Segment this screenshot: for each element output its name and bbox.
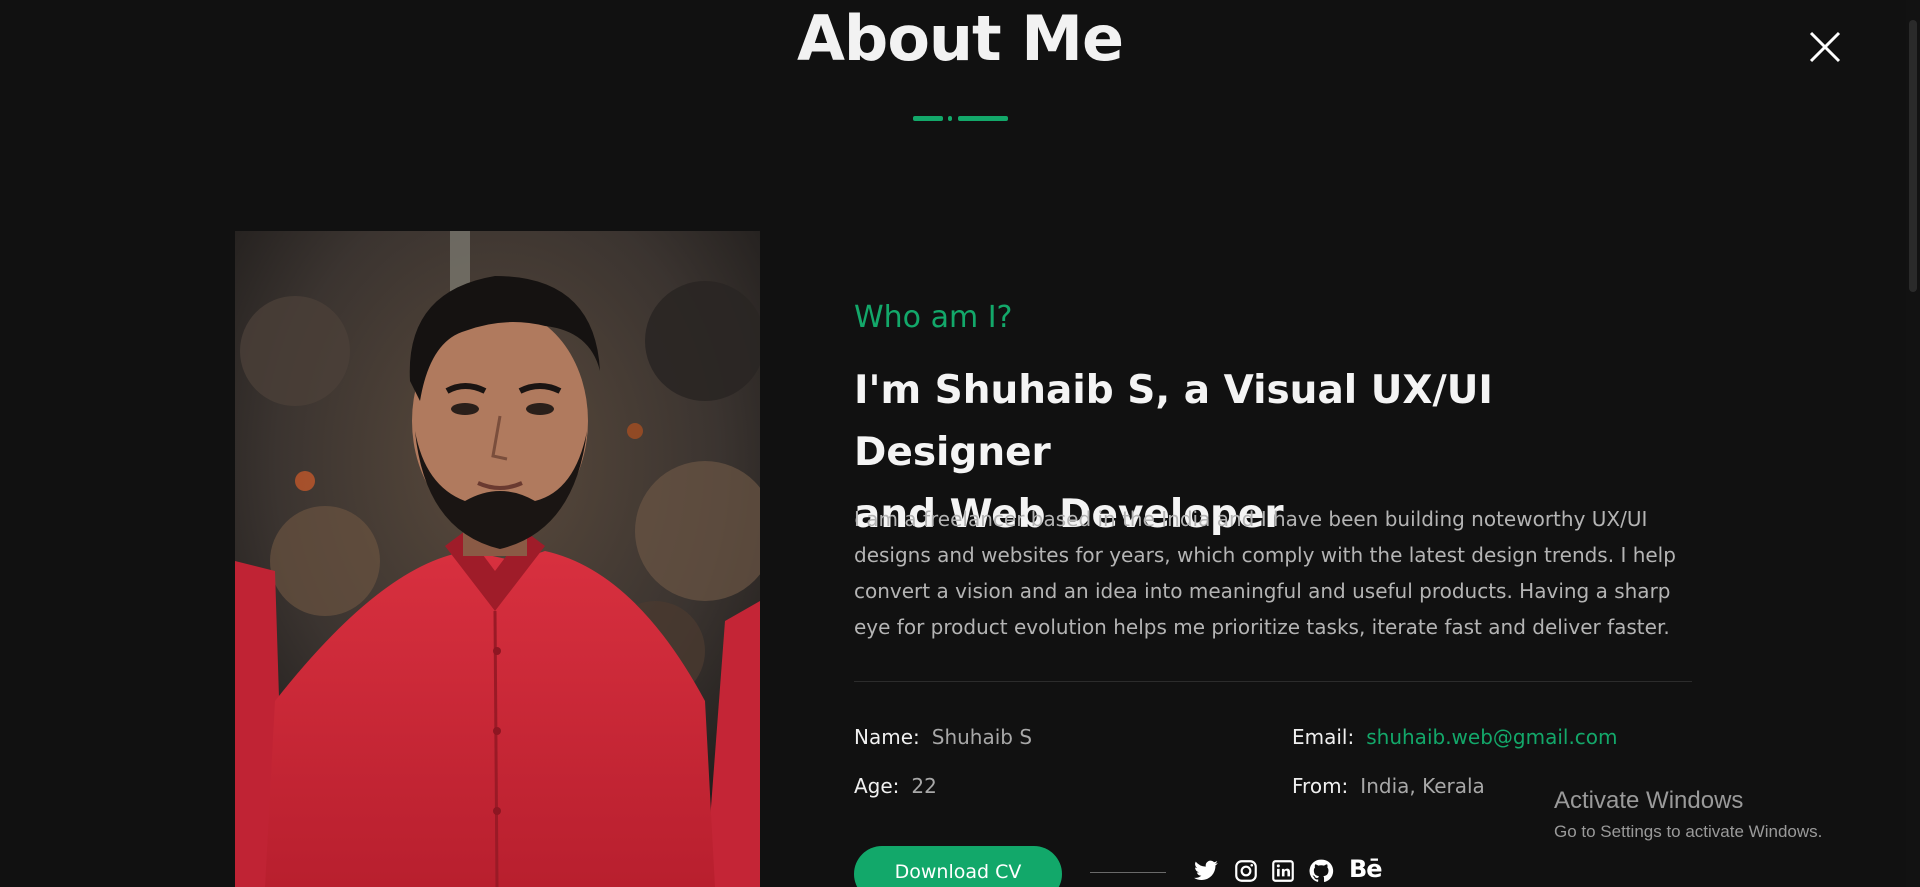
linkedin-icon [1272,860,1294,882]
bio-text: I am a freelancer based in the India and… [854,507,1676,639]
email-row: Email: shuhaib.web@gmail.com [1292,725,1618,749]
watermark-subtitle: Go to Settings to activate Windows. [1554,822,1823,841]
profile-photo [235,231,760,887]
close-icon [1809,31,1841,63]
name-value: Shuhaib S [931,725,1033,749]
section-eyebrow: Who am I? [854,300,1013,335]
scrollbar-thumb[interactable] [1909,20,1917,292]
behance-icon[interactable]: Bē [1349,855,1383,883]
from-row: From: India, Kerala [1292,774,1485,798]
instagram-icon [1235,860,1257,882]
linkedin-link[interactable] [1270,858,1300,887]
headline-line-1: I'm Shuhaib S, a Visual UX/UI Designer [854,368,1493,475]
title-divider [913,116,1008,121]
section-divider [854,681,1692,682]
github-icon [1309,859,1334,882]
windows-activation-watermark: Activate Windows Go to Settings to activ… [1554,787,1822,842]
watermark-title: Activate Windows [1554,787,1744,814]
name-row: Name: Shuhaib S [854,725,1032,749]
github-link[interactable] [1308,858,1338,887]
name-label: Name: [854,725,920,749]
email-link[interactable]: shuhaib.web@gmail.com [1366,725,1617,749]
scrollbar[interactable] [1906,0,1920,887]
from-label: From: [1292,774,1349,798]
download-cv-button[interactable]: Download CV [854,846,1062,887]
twitter-icon [1194,860,1218,880]
from-value: India, Kerala [1360,774,1485,798]
twitter-link[interactable] [1193,858,1223,887]
age-label: Age: [854,774,900,798]
age-row: Age: 22 [854,774,937,798]
page-title: About Me [796,2,1124,75]
close-button[interactable] [1808,30,1842,64]
instagram-link[interactable] [1233,858,1263,887]
email-label: Email: [1292,725,1355,749]
social-divider [1090,872,1166,873]
age-value: 22 [911,774,937,798]
